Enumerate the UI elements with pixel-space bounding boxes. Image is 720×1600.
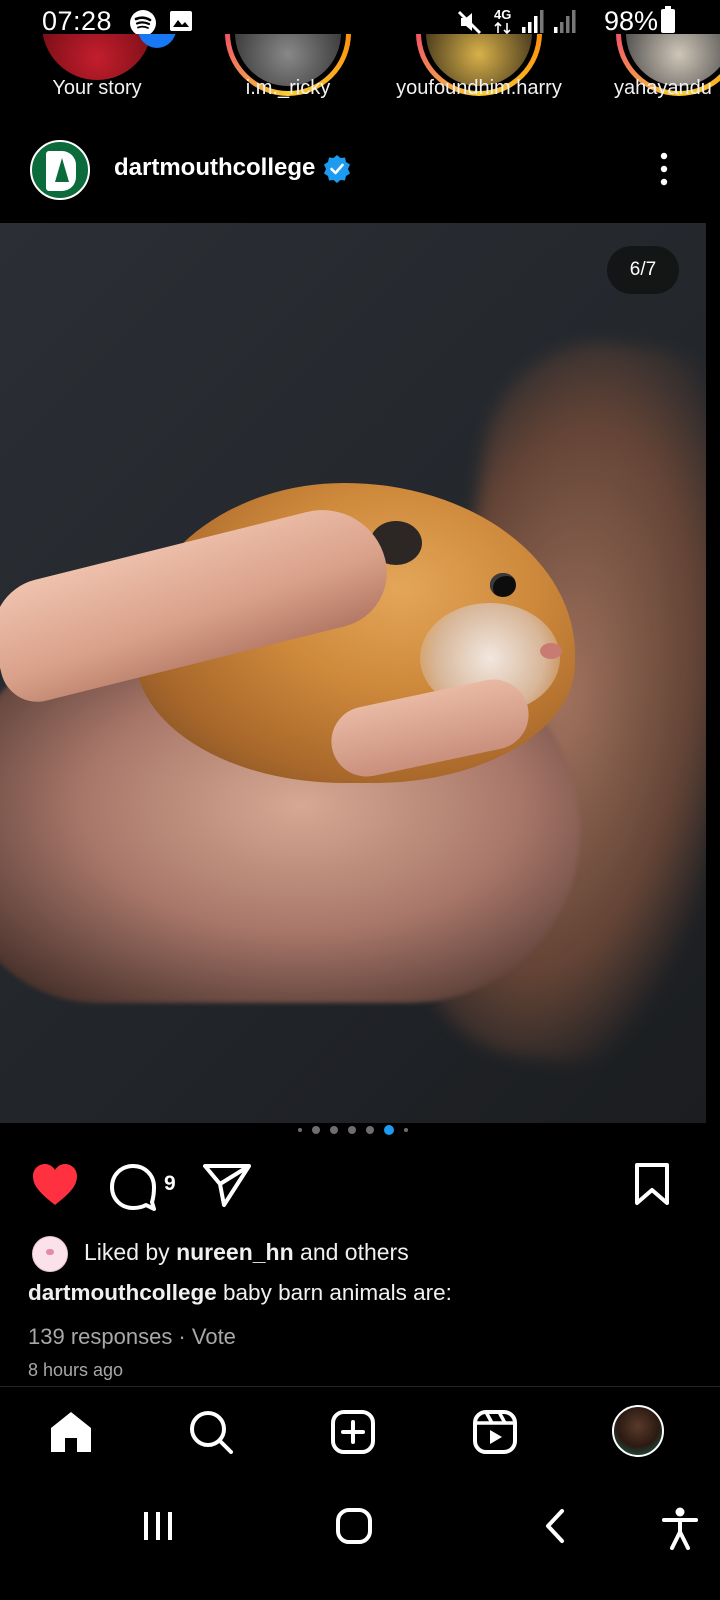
bottom-navigation [0,1386,720,1478]
carousel-dot [330,1126,338,1134]
battery-icon [661,6,675,33]
post-caption: dartmouthcollege baby barn animals are: [28,1280,452,1306]
post-header: dartmouthcollege [0,134,720,224]
slide-counter: 6/7 [607,246,679,294]
story-item[interactable]: youfoundhim.harry [394,34,564,110]
status-time: 07:28 [42,6,113,36]
home-icon[interactable] [48,1409,94,1455]
home-button-icon[interactable] [334,1506,374,1546]
your-story-avatar [42,34,152,80]
comment-count[interactable]: 9 [164,1172,176,1196]
carousel-dot [366,1126,374,1134]
liker-avatar [32,1236,68,1272]
back-icon[interactable] [536,1506,576,1546]
gallery-icon [170,11,192,31]
heart-icon[interactable] [30,1162,80,1208]
likes-summary[interactable]: Liked by nureen_hn and others [30,1234,690,1274]
mute-icon [457,10,482,35]
carousel-dot [298,1128,302,1132]
story-item[interactable]: i.m._ricky [203,34,373,110]
data-arrows-icon [494,22,511,34]
carousel-dot [312,1126,320,1134]
search-icon[interactable] [188,1409,234,1455]
account-name[interactable]: dartmouthcollege [114,154,315,182]
create-icon[interactable] [330,1409,376,1455]
comment-icon[interactable] [108,1162,158,1212]
more-options-icon[interactable] [660,152,668,186]
story-label: Your story [52,77,142,99]
account-avatar[interactable] [30,140,90,200]
carousel-dot-active [384,1125,394,1135]
story-label: i.m._ricky [245,77,331,99]
system-navigation-bar [0,1478,720,1600]
caption-text: baby barn animals are: [216,1280,452,1305]
recent-apps-icon[interactable] [138,1506,178,1546]
carousel-dot [348,1126,356,1134]
reels-icon[interactable] [472,1409,518,1455]
battery-percentage: 98% [604,6,659,36]
likes-text: Liked by nureen_hn and others [84,1239,409,1265]
story-label: yahayandu [614,77,712,99]
signal-strength-icon [522,10,544,33]
verified-badge-icon [324,155,350,183]
profile-tab-avatar[interactable] [612,1405,664,1457]
signal-strength-sim2-icon [554,10,576,33]
caption-username[interactable]: dartmouthcollege [28,1280,217,1305]
post-actions: 9 [0,1158,706,1214]
accessibility-icon[interactable] [660,1506,700,1550]
carousel-indicator [0,1124,706,1136]
story-label: youfoundhim.harry [396,77,562,99]
stories-tray: Your story i.m._ricky youfoundhim.harry … [0,34,720,110]
bookmark-icon[interactable] [632,1162,672,1206]
carousel-dot [404,1128,408,1132]
post-image[interactable] [0,223,706,1123]
instagram-feed-screen: 07:28 4G 98% Your story i.m._ricky youfo… [0,0,720,1600]
story-item[interactable]: yahayandu [594,34,720,110]
liked-by-user[interactable]: nureen_hn [176,1239,294,1265]
story-your-story[interactable]: Your story [12,34,182,110]
network-type-label: 4G [494,7,512,22]
post-timestamp: 8 hours ago [28,1360,124,1380]
poll-responses[interactable]: 139 responses · Vote [28,1324,236,1350]
send-icon[interactable] [202,1162,252,1208]
